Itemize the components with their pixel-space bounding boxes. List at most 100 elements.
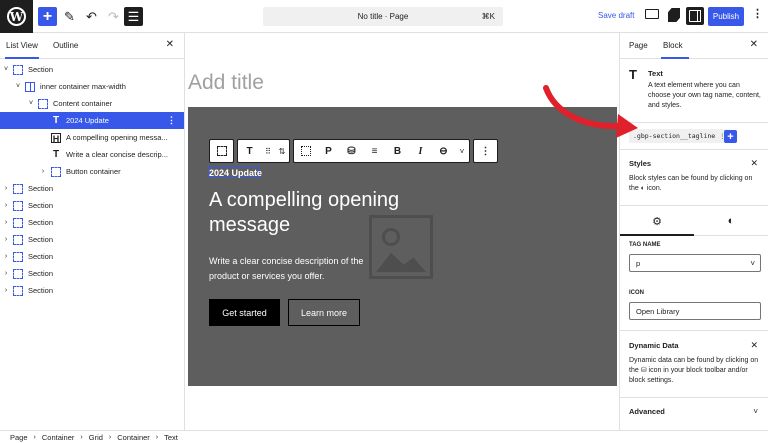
drag-handle-icon[interactable]: ⠿: [261, 140, 275, 162]
move-up-down-icon[interactable]: ⇅: [275, 140, 289, 162]
options-more-icon[interactable]: ⋮: [752, 9, 763, 20]
list-item-label: Section: [28, 65, 54, 74]
chevron-icon[interactable]: ›: [2, 219, 10, 226]
dismiss-icon[interactable]: ✕: [750, 340, 758, 351]
text-icon: T: [52, 148, 60, 160]
chevron-icon[interactable]: ›: [2, 253, 10, 260]
list-item[interactable]: › Section: [0, 265, 184, 282]
block-options-icon[interactable]: ⋮: [474, 140, 497, 162]
advanced-panel-toggle[interactable]: Advanced ˅: [620, 398, 768, 424]
chevron-icon[interactable]: ›: [2, 185, 10, 192]
list-item-label: Section: [28, 201, 54, 210]
preview-icon[interactable]: [645, 9, 659, 19]
block-inserter-button[interactable]: +: [38, 7, 57, 26]
wordpress-logo-button[interactable]: W: [0, 0, 33, 33]
list-item[interactable]: T Write a clear concise descrip...: [0, 146, 184, 163]
close-icon[interactable]: ✕: [166, 39, 174, 50]
list-item[interactable]: ˅ Section: [0, 61, 184, 78]
breadcrumb: Page › Container › Grid › Container › Te…: [0, 430, 768, 443]
icon-picker-input[interactable]: Open Library: [629, 302, 761, 320]
document-title-bar[interactable]: No title · Page ⌘K: [263, 7, 503, 26]
get-started-button[interactable]: Get started: [209, 299, 280, 326]
breadcrumb-item[interactable]: Page: [10, 433, 28, 442]
list-item[interactable]: › Section: [0, 197, 184, 214]
list-item[interactable]: ˅ inner container max-width: [0, 78, 184, 95]
section-icon: [13, 64, 23, 75]
styles-half-circle-icon[interactable]: ◐: [694, 206, 768, 236]
style-tabs: ⚙ ◐: [620, 206, 768, 236]
italic-icon[interactable]: I: [409, 140, 432, 162]
list-item[interactable]: ˅ Content container: [0, 95, 184, 112]
hero-heading[interactable]: A compelling opening message: [209, 188, 419, 238]
save-draft-button[interactable]: Save draft: [598, 11, 634, 20]
wrap-container-icon[interactable]: [294, 140, 317, 162]
hero-description[interactable]: Write a clear concise description of the…: [209, 254, 389, 284]
list-item[interactable]: › Section: [0, 282, 184, 299]
list-item-selected[interactable]: T 2024 Update ⋮: [0, 112, 184, 129]
chevron-down-icon[interactable]: ˅: [455, 140, 469, 162]
wordpress-logo-icon: W: [7, 7, 26, 26]
chevron-icon[interactable]: ˅: [27, 100, 35, 107]
section-icon: [13, 200, 23, 211]
block-type-group: T ⠿ ⇅: [237, 139, 290, 163]
tab-page[interactable]: Page: [629, 41, 648, 50]
block-description: A text element where you can choose your…: [648, 82, 761, 109]
breadcrumb-item[interactable]: Grid: [89, 433, 103, 442]
css-class-row: .gbp-section__tagline ⋮ +: [620, 123, 768, 150]
settings-toggle-icon[interactable]: [686, 7, 704, 25]
dismiss-icon[interactable]: ✕: [750, 158, 758, 169]
tab-block[interactable]: Block: [663, 41, 683, 50]
chevron-icon[interactable]: ›: [2, 236, 10, 243]
select-parent-icon[interactable]: [210, 140, 233, 162]
align-icon[interactable]: ≡: [363, 140, 386, 162]
list-item[interactable]: › Section: [0, 180, 184, 197]
grid-icon: [25, 81, 35, 92]
list-item[interactable]: › Section: [0, 231, 184, 248]
chevron-icon[interactable]: ›: [2, 202, 10, 209]
list-item-label: Section: [28, 235, 54, 244]
command-shortcut: ⌘K: [481, 12, 495, 21]
text-block-icon[interactable]: T: [238, 140, 261, 162]
section-icon: [13, 234, 23, 245]
list-item[interactable]: H A compelling opening messa...: [0, 129, 184, 146]
block-card: T Text A text element where you can choo…: [620, 59, 768, 123]
learn-more-button[interactable]: Learn more: [288, 299, 360, 326]
generateblocks-icon[interactable]: [668, 8, 680, 22]
chevron-down-icon: ˅: [753, 407, 758, 416]
close-icon[interactable]: ✕: [750, 39, 758, 50]
document-overview-button[interactable]: ☰: [124, 7, 143, 26]
styles-notice: Styles ✕ Block styles can be found by cl…: [620, 150, 768, 206]
block-options-icon[interactable]: ⋮: [167, 115, 176, 126]
bold-icon[interactable]: B: [386, 140, 409, 162]
post-title-placeholder[interactable]: Add title: [188, 71, 264, 95]
tools-pen-icon[interactable]: ✎: [60, 7, 79, 26]
chevron-icon[interactable]: ›: [39, 168, 47, 175]
tab-outline[interactable]: Outline: [53, 41, 78, 50]
css-class-chip[interactable]: .gbp-section__tagline ⋮: [629, 129, 730, 143]
add-class-button[interactable]: +: [724, 130, 737, 143]
block-name: Text: [648, 69, 663, 78]
redo-icon[interactable]: ↷: [104, 7, 123, 26]
dynamic-data-icon[interactable]: ⛁: [340, 140, 363, 162]
list-item[interactable]: › Section: [0, 214, 184, 231]
advanced-title: Advanced: [629, 407, 665, 416]
link-icon[interactable]: ⊖: [432, 140, 455, 162]
document-title: No title · Page: [357, 12, 409, 21]
publish-button[interactable]: Publish: [708, 7, 744, 26]
paragraph-tag-icon[interactable]: P: [317, 140, 340, 162]
tag-name-select[interactable]: p ˅: [629, 254, 761, 272]
chevron-icon[interactable]: ˅: [2, 66, 10, 73]
list-item-label: Section: [28, 184, 54, 193]
breadcrumb-item[interactable]: Container: [42, 433, 75, 442]
list-item[interactable]: › Button container: [0, 163, 184, 180]
chevron-icon[interactable]: ›: [2, 270, 10, 277]
hero-tagline[interactable]: 2024 Update: [209, 168, 262, 178]
list-item-label: Content container: [53, 99, 113, 108]
tab-list-view[interactable]: List View: [6, 41, 38, 50]
breadcrumb-item[interactable]: Container: [117, 433, 150, 442]
chevron-icon[interactable]: ›: [2, 287, 10, 294]
list-item[interactable]: › Section: [0, 248, 184, 265]
undo-icon[interactable]: ↶: [82, 7, 101, 26]
settings-gear-icon[interactable]: ⚙: [620, 206, 694, 236]
chevron-icon[interactable]: ˅: [14, 83, 22, 90]
